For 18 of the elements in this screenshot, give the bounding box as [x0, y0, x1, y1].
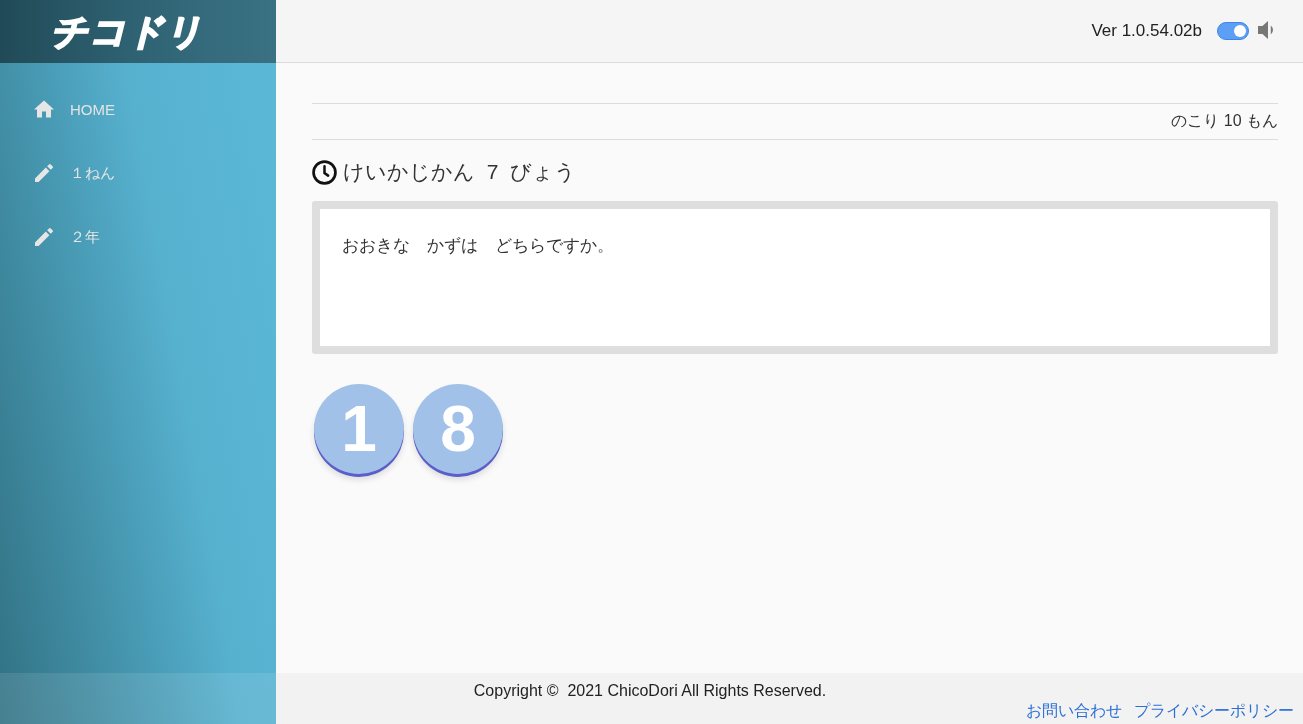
remaining-count: のこり 10 もん — [1171, 111, 1278, 131]
logo[interactable]: チコドリ — [51, 13, 203, 50]
question-text: おおきな かずは どちらですか。 — [342, 235, 615, 257]
sidebar-item[interactable]: HOME — [0, 77, 276, 141]
copyright-text: Copyright © 2021 ChicoDori All Rights Reserved. — [473, 682, 827, 700]
pencil-icon — [34, 164, 54, 182]
elapsed-time: けいかじかん 7 びょう — [343, 159, 577, 185]
footer-link[interactable]: プライバシーポリシー — [1134, 701, 1294, 722]
footer-link[interactable]: お問い合わせ — [1026, 701, 1122, 722]
sidebar-item[interactable]: １ねん — [0, 141, 276, 205]
pencil-icon — [34, 228, 54, 246]
home-icon — [34, 100, 54, 118]
clock-icon — [312, 159, 337, 185]
version-label: Ver 1.0.54.02b — [1091, 21, 1202, 41]
sidebar-item[interactable]: ２年 — [0, 205, 276, 269]
sound-toggle[interactable] — [1217, 22, 1249, 40]
answer-button[interactable]: 1 — [314, 384, 404, 474]
answer-button[interactable]: 8 — [413, 384, 503, 474]
